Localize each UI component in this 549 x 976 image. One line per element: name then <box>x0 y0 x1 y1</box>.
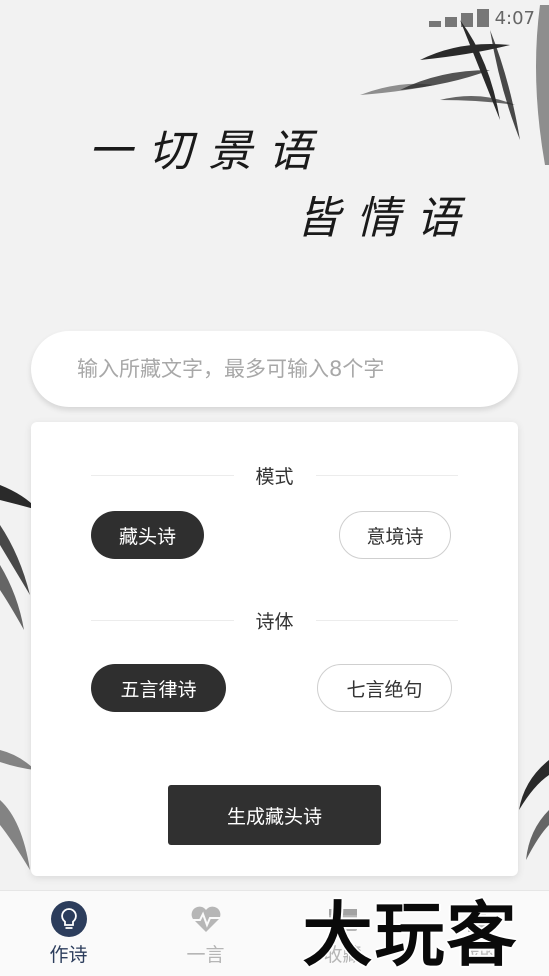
signal-icon <box>428 9 489 27</box>
mode-title: 模式 <box>255 465 294 488</box>
status-time: 4:07 <box>494 7 535 29</box>
user-icon <box>467 908 492 932</box>
mode-option-mood[interactable]: 意境诗 <box>339 511 451 559</box>
hidden-text-input[interactable] <box>77 357 497 381</box>
heart-pulse-icon <box>191 906 220 932</box>
status-bar: 4:07 <box>0 0 549 36</box>
divider <box>91 474 234 476</box>
tab-compose[interactable]: 作诗 <box>0 891 137 976</box>
tab-label: 收藏 <box>323 944 362 966</box>
form-section-title: 诗体 <box>91 608 459 633</box>
tab-quote[interactable]: 一言 <box>137 891 274 976</box>
mode-section-title: 模式 <box>91 463 459 488</box>
hero-calligraphy-line-2: 皆情语 <box>296 193 476 244</box>
tab-label: 作诗 <box>49 944 88 966</box>
form-option-seven-char[interactable]: 七言绝句 <box>317 664 452 712</box>
divider <box>91 619 234 621</box>
bamboo-right-decoration <box>519 760 549 860</box>
mode-option-acrostic[interactable]: 藏头诗 <box>91 511 204 559</box>
folder-icon <box>328 909 357 931</box>
form-title: 诗体 <box>255 610 294 633</box>
tab-label: 我的 <box>460 944 499 966</box>
hero-calligraphy-line-1: 一切景语 <box>88 126 328 177</box>
search-box[interactable] <box>31 331 518 407</box>
form-option-five-char[interactable]: 五言律诗 <box>91 664 226 712</box>
generate-button[interactable]: 生成藏头诗 <box>168 785 381 845</box>
options-card: 模式 藏头诗 意境诗 诗体 五言律诗 七言绝句 生成藏头诗 <box>31 422 518 876</box>
divider <box>315 619 459 621</box>
divider <box>315 474 459 476</box>
lightbulb-icon <box>50 901 87 937</box>
tab-label: 一言 <box>186 944 225 966</box>
tab-favorites[interactable]: 收藏 <box>274 891 411 976</box>
tab-profile[interactable]: 我的 <box>411 891 548 976</box>
bottom-tab-bar: 作诗 一言 收藏 我的 <box>0 890 549 976</box>
